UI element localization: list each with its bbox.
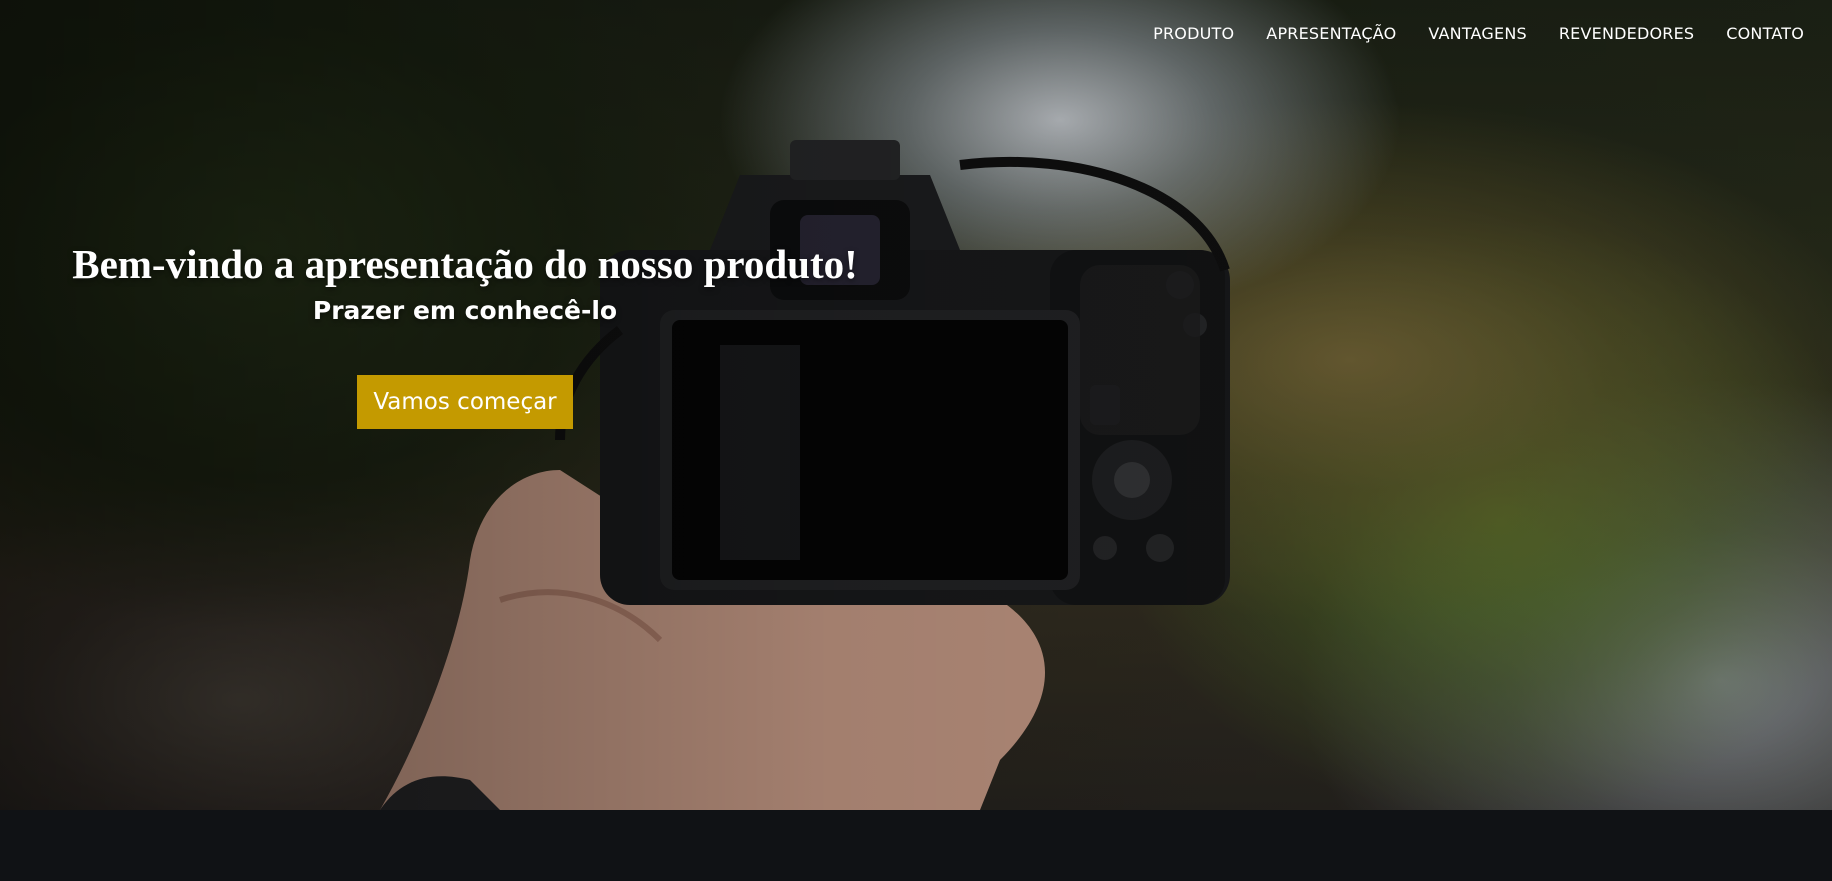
hero-content: Bem-vindo a apresentação do nosso produt… (0, 240, 930, 429)
nav-item-vantagens[interactable]: VANTAGENS (1428, 24, 1526, 43)
hero-subtitle: Prazer em conhecê-lo (312, 296, 618, 325)
hero-title: Bem-vindo a apresentação do nosso produt… (72, 241, 858, 287)
nav-item-contato[interactable]: CONTATO (1726, 24, 1804, 43)
get-started-button[interactable]: Vamos começar (357, 375, 573, 429)
main-nav: PRODUTO APRESENTAÇÃO VANTAGENS REVENDEDO… (1153, 24, 1804, 43)
footer-band (0, 810, 1832, 881)
hero-section: PRODUTO APRESENTAÇÃO VANTAGENS REVENDEDO… (0, 0, 1832, 810)
nav-item-revendedores[interactable]: REVENDEDORES (1559, 24, 1694, 43)
nav-item-apresentacao[interactable]: APRESENTAÇÃO (1266, 24, 1396, 43)
nav-item-produto[interactable]: PRODUTO (1153, 24, 1234, 43)
